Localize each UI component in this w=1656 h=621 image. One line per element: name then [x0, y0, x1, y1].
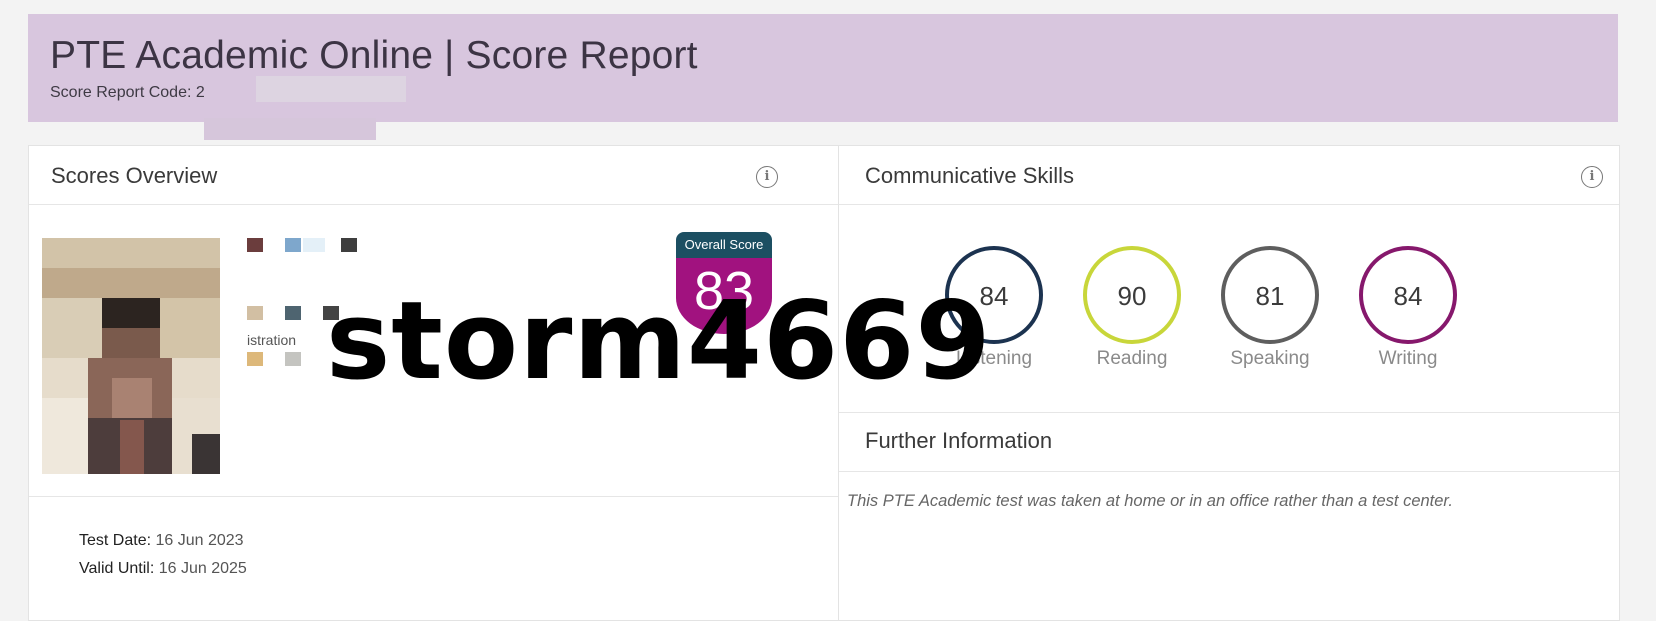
skill-writing: 84 Writing [1339, 246, 1479, 396]
skill-score: 81 [1255, 281, 1285, 311]
report-header: PTE Academic Online | Score Report Score… [28, 14, 1618, 122]
test-date: Test Date: 16 Jun 2023 [79, 532, 244, 550]
divider [839, 412, 1619, 413]
skill-reading: 90 Reading [1063, 246, 1203, 396]
skill-score: 90 [1117, 281, 1147, 311]
skill-ring: 81 [1221, 246, 1319, 344]
valid-until-value: 16 Jun 2025 [158, 560, 247, 577]
redaction-block [256, 76, 406, 102]
candidate-photo [42, 238, 220, 474]
watermark-text: storm4669 [326, 279, 992, 404]
redaction-block [285, 352, 301, 366]
valid-until-label: Valid Until: [79, 560, 155, 577]
registration-label: istration [247, 332, 297, 348]
further-information-title: Further Information [865, 428, 1053, 453]
skill-ring: 84 [1359, 246, 1457, 344]
skill-name: Speaking [1230, 348, 1310, 369]
divider [29, 496, 839, 497]
redaction-block [285, 238, 301, 252]
info-icon[interactable]: i [756, 166, 778, 188]
scores-overview-header: Scores Overview i [29, 146, 839, 205]
skill-name: Reading [1096, 348, 1168, 369]
test-date-value: 16 Jun 2023 [155, 532, 244, 549]
redaction-block [247, 352, 263, 366]
communicative-skills-header: Communicative Skills i [839, 146, 1619, 205]
skill-speaking: 81 Speaking [1201, 246, 1341, 396]
scores-overview-title: Scores Overview [51, 163, 218, 188]
skill-ring: 90 [1083, 246, 1181, 344]
redaction-block [204, 118, 376, 140]
redaction-block [303, 238, 325, 252]
skill-score: 84 [1393, 281, 1423, 311]
further-information-text: This PTE Academic test was taken at home… [847, 492, 1453, 510]
test-date-label: Test Date: [79, 532, 152, 549]
overall-score-label: Overall Score [676, 232, 772, 260]
redaction-block [247, 306, 263, 320]
info-icon[interactable]: i [1581, 166, 1603, 188]
valid-until: Valid Until: 16 Jun 2025 [79, 560, 247, 578]
page-title: PTE Academic Online | Score Report [50, 34, 698, 77]
divider [839, 471, 1619, 472]
skill-name: Writing [1378, 348, 1438, 369]
redaction-block [247, 238, 263, 252]
communicative-skills-title: Communicative Skills [865, 163, 1075, 188]
redaction-block [285, 306, 301, 320]
score-report-code: Score Report Code: 2 [50, 84, 205, 101]
redaction-block [341, 238, 357, 252]
